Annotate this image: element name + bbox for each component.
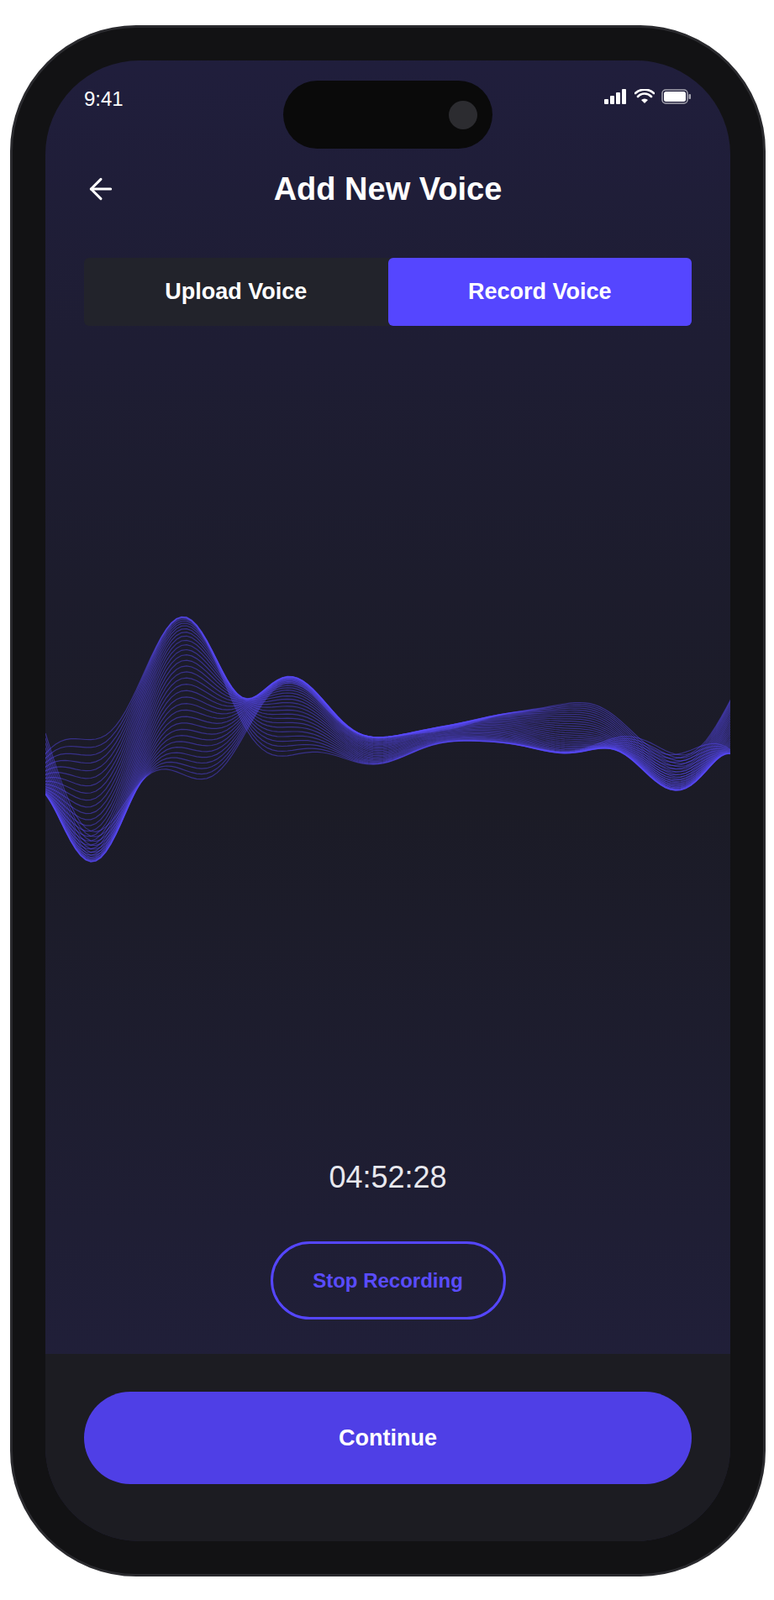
camera-icon (448, 100, 478, 130)
waveform-area (45, 565, 731, 903)
recording-timer: 04:52:28 (45, 1159, 731, 1197)
signal-icon (604, 89, 628, 105)
phone-screen: 9:41 Add New Voice Upload VoiceRecord Voic… (45, 60, 731, 1543)
page-title: Add New Voice (134, 165, 692, 214)
header: Add New Voice (45, 152, 731, 227)
back-arrow-icon (84, 172, 118, 206)
battery-icon (661, 89, 692, 105)
wifi-icon (634, 89, 655, 105)
phone-frame: 9:41 Add New Voice Upload VoiceRecord Voic… (10, 25, 766, 1578)
continue-button[interactable]: Continue (84, 1392, 692, 1485)
page: 9:41 Add New Voice Upload VoiceRecord Voic… (0, 0, 774, 1600)
stop-recording-button[interactable]: Stop Recording (270, 1242, 506, 1321)
status-bar: 9:41 (45, 60, 731, 153)
status-icons (590, 80, 692, 105)
tab[interactable]: Record Voice (388, 258, 693, 327)
stop-row: Stop Recording (45, 1242, 731, 1321)
tab[interactable]: Upload Voice (84, 258, 389, 327)
back-button[interactable] (84, 163, 135, 215)
tab-bar: Upload VoiceRecord Voice (84, 258, 692, 327)
dynamic-island (283, 80, 493, 149)
bottom-bar: Continue (45, 1354, 731, 1543)
waveform-icon (45, 565, 731, 903)
status-time: 9:41 (84, 80, 185, 115)
